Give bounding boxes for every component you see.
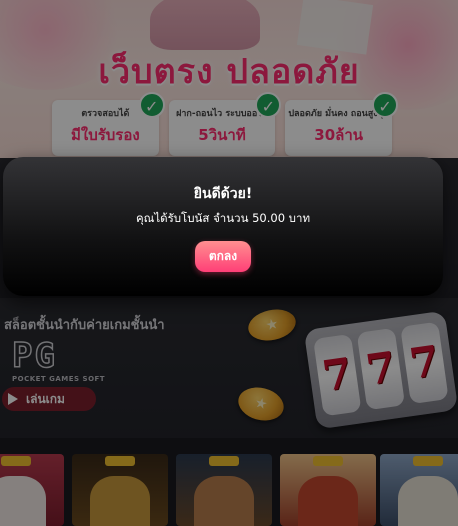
dialog-message: คุณได้รับโบนัส จำนวน 50.00 บาท: [135, 211, 311, 225]
page: เว็บตรง ปลอดภัย ตรวจสอบได้ มีใบรับรอง ✓ …: [0, 0, 458, 526]
dialog-title: ยินดีด้วย!: [193, 186, 253, 202]
bonus-dialog: ยินดีด้วย! คุณได้รับโบนัส จำนวน 50.00 บา…: [3, 157, 443, 296]
ok-button[interactable]: ตกลง: [195, 241, 251, 272]
